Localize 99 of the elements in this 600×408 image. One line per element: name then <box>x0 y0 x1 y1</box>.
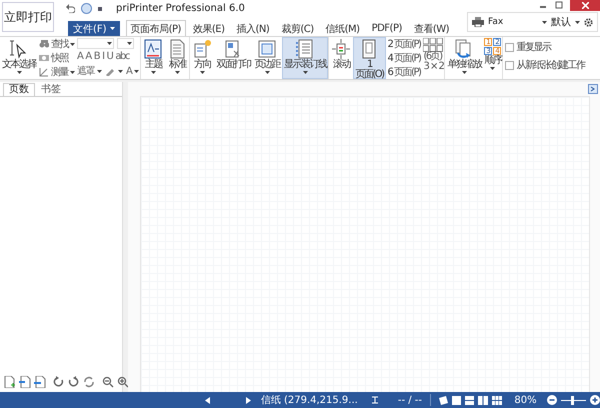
ribbon-button[interactable]: 方向 <box>190 37 214 79</box>
format-button[interactable]: U <box>106 51 112 62</box>
pages-button[interactable]: 6 页面(P) <box>388 65 420 79</box>
grid-layout-button[interactable]: (6页) 3 × 2 <box>422 37 444 79</box>
panel-toggle-icon <box>588 84 598 94</box>
checkbox-box[interactable] <box>505 42 514 52</box>
zoom-in-icon <box>117 376 129 388</box>
caret-icon <box>542 20 547 24</box>
pages-button[interactable]: 4 页面(P) <box>388 51 420 65</box>
caret-icon <box>462 71 467 74</box>
caret-icon <box>150 71 156 74</box>
checkbox[interactable]: 从新纸张创建工作 <box>505 58 584 72</box>
size-dropdown[interactable] <box>117 38 134 49</box>
binding-icon <box>295 39 316 59</box>
window-title: priPrinter Professional 6.0 <box>116 2 245 14</box>
close-button[interactable] <box>570 0 600 11</box>
ribbon-tab[interactable]: 页面布局(P) <box>126 20 186 36</box>
ribbon-tab[interactable]: 插入(N) <box>232 20 274 36</box>
printer-icon <box>472 17 484 27</box>
caret-icon <box>97 70 102 72</box>
camera-icon <box>39 53 49 63</box>
printer-selector[interactable]: Fax 默认 <box>467 12 598 32</box>
close-icon <box>582 2 588 9</box>
ribbon-button[interactable]: 显示装订线 <box>282 37 328 79</box>
insert-after-icon <box>34 376 46 388</box>
caret-icon <box>302 71 308 74</box>
scroll-left-icon <box>205 396 210 404</box>
panel-tab[interactable]: 页数 <box>3 83 35 96</box>
caret-icon <box>490 67 496 70</box>
zoom-out-icon <box>102 376 114 388</box>
caret-icon <box>16 71 22 74</box>
thumbnail-icon <box>492 396 502 404</box>
tool-button[interactable]: 快照 <box>39 51 75 65</box>
checkbox-box[interactable] <box>505 60 514 70</box>
caret-icon <box>264 71 270 74</box>
tool-button[interactable]: 查找 <box>39 37 75 51</box>
cursor-icon <box>9 39 29 59</box>
refresh-icon <box>83 376 95 388</box>
new-page-icon <box>4 376 16 388</box>
caret-icon <box>110 27 115 30</box>
quick-print-button[interactable]: 立即打印 <box>2 2 54 32</box>
zoom-out-icon <box>546 395 557 405</box>
ribbon-tab[interactable]: 查看(W) <box>408 20 454 36</box>
ribbon-tab[interactable]: 信纸(M) <box>320 20 365 36</box>
caret-icon <box>118 70 123 72</box>
ribbon-button[interactable]: 双面打印 <box>214 37 252 79</box>
caret-icon <box>70 42 75 46</box>
caret-icon <box>174 71 180 74</box>
pages-button[interactable]: 2 页面(P) <box>388 37 420 51</box>
format-button[interactable]: A <box>85 51 91 62</box>
caret-icon <box>127 42 132 45</box>
continuous-icon <box>465 396 474 404</box>
format-button[interactable]: A <box>77 51 82 62</box>
ribbon-button[interactable]: 单独缩放 <box>445 37 484 79</box>
format-button[interactable]: abc <box>115 51 129 62</box>
ribbon-tab[interactable]: PDF(P) <box>366 20 407 36</box>
maximize-icon <box>554 0 564 10</box>
zoom-percent: 80% <box>514 394 537 406</box>
move-icon <box>331 39 352 59</box>
caret-icon <box>107 42 112 45</box>
ribbon-button[interactable]: 滚动 <box>329 37 354 79</box>
caret-icon <box>134 70 140 72</box>
rotate-right-icon <box>53 376 65 388</box>
file-menu-button[interactable]: 文件(F) <box>68 21 120 36</box>
ribbon-button[interactable]: 页边距 <box>252 37 282 79</box>
ribbon-button[interactable]: 1 页面(O) <box>353 37 386 79</box>
view-icon <box>438 396 448 404</box>
caret-icon <box>200 71 205 74</box>
theme-icon <box>143 39 164 59</box>
slider-thumb[interactable] <box>570 396 574 404</box>
page-star-icon <box>192 39 212 59</box>
ruler-icon <box>39 67 49 77</box>
margins-icon <box>257 39 278 59</box>
ribbon-button[interactable]: 主题 <box>141 37 166 79</box>
ribbon-button[interactable]: 标准 <box>165 37 190 79</box>
mask-button[interactable]: 遮罩 <box>77 64 94 78</box>
paper-size: 信纸 (279.4,215.9... <box>260 394 358 407</box>
ribbon-tab[interactable]: 裁剪(C) <box>276 20 319 36</box>
page-counter: -- / -- <box>398 394 422 406</box>
single-page-icon <box>452 396 462 404</box>
settings-icon <box>584 18 593 26</box>
font-color-button[interactable]: A <box>126 66 132 76</box>
undo-icon <box>66 4 75 12</box>
rotate-left-icon <box>68 376 80 388</box>
format-button[interactable]: B <box>94 51 100 62</box>
tool-button[interactable]: 测量 <box>39 65 75 79</box>
two-page-icon <box>478 396 488 404</box>
scroll-right-icon <box>246 396 251 404</box>
caret-icon <box>70 70 75 74</box>
panel-tab[interactable]: 书签 <box>35 83 67 96</box>
format-button[interactable]: I <box>102 51 104 62</box>
insert-before-icon <box>19 376 31 388</box>
ribbon-button[interactable]: 文本选择 <box>0 37 38 79</box>
caret-icon <box>575 20 580 24</box>
binoculars-icon <box>39 39 49 49</box>
preview-icon <box>81 2 92 14</box>
brush-icon <box>105 66 115 76</box>
ribbon-tab[interactable]: 效果(E) <box>188 20 230 36</box>
checkbox[interactable]: 重复显示 <box>505 40 584 54</box>
